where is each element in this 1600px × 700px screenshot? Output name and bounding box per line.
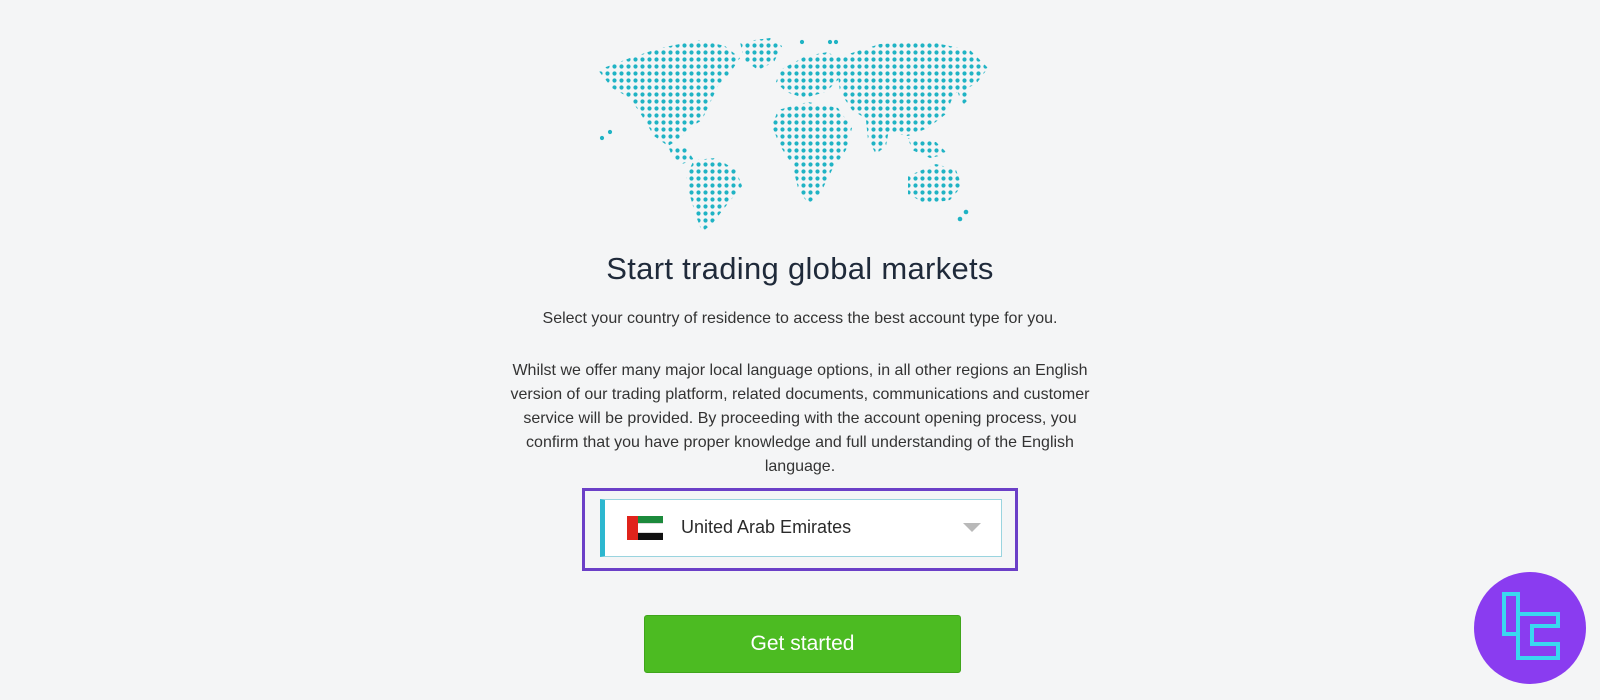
page-subtitle: Select your country of residence to acce… [542, 310, 1058, 327]
language-disclaimer: Whilst we offer many major local languag… [510, 362, 1090, 475]
chevron-down-icon[interactable] [963, 523, 981, 532]
uae-flag-icon [627, 516, 663, 540]
country-select[interactable]: United Arab Emirates [600, 499, 1002, 557]
country-select-value: United Arab Emirates [681, 517, 852, 537]
brand-logo [1474, 572, 1586, 684]
page-title: Start trading global markets [606, 251, 994, 286]
brand-logo-icon [1502, 592, 1560, 660]
account-opening-page: Start trading global markets Select your… [0, 0, 1600, 700]
world-map-icon [598, 38, 988, 232]
get-started-button[interactable]: Get started [644, 615, 961, 673]
